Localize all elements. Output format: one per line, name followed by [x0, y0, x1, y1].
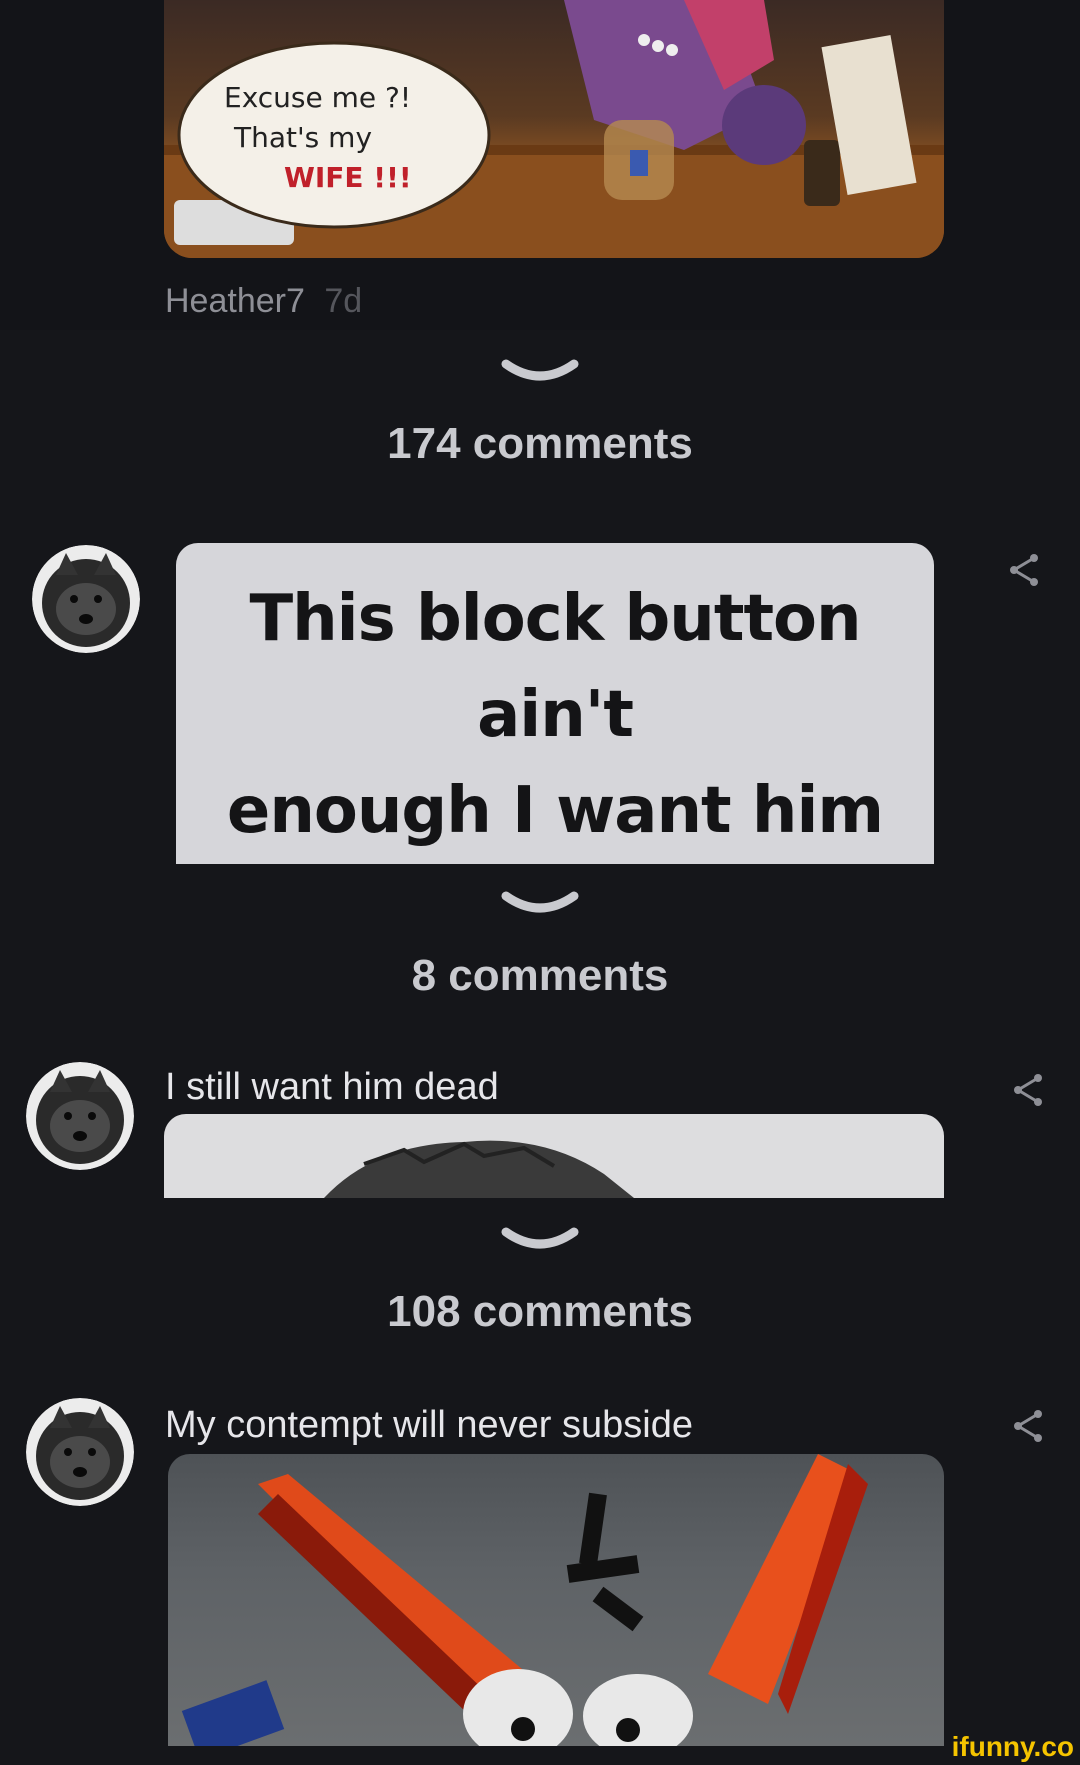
speech-line-2: That's my	[234, 121, 373, 154]
comments-count[interactable]: 8 comments	[0, 951, 1080, 1001]
chevron-down-icon[interactable]	[500, 890, 580, 920]
chevron-down-icon[interactable]	[500, 1226, 580, 1256]
chevron-down-icon[interactable]	[500, 358, 580, 388]
quote-line-1: This block button ain't	[249, 582, 861, 752]
creature-illustration	[181, 1454, 868, 1746]
comment-thread-2: I still want him dead	[0, 1060, 1080, 1198]
quote-line-3: dead💀	[176, 859, 934, 864]
doge-avatar-icon	[26, 1398, 134, 1506]
comment-text: My contempt will never subside	[165, 1404, 693, 1446]
comments-divider-2: 8 comments	[0, 890, 1080, 1001]
comment-image[interactable]: This block button ain't enough I want hi…	[176, 543, 934, 864]
post-age: 7d	[324, 282, 363, 320]
doge-avatar-icon	[32, 545, 140, 653]
comment-image[interactable]	[164, 1114, 944, 1198]
top-post: Excuse me ?! That's my WIFE !!! Heather7…	[0, 0, 1080, 330]
share-icon[interactable]	[1008, 1406, 1048, 1446]
comment-thread-1: This block button ain't enough I want hi…	[0, 530, 1080, 864]
comment-thread-3: My contempt will never subside	[0, 1396, 1080, 1746]
comments-divider-3: 108 comments	[0, 1226, 1080, 1337]
hair-illustration	[324, 1140, 634, 1198]
comment-text: I still want him dead	[165, 1066, 499, 1108]
comments-count[interactable]: 108 comments	[0, 1287, 1080, 1337]
post-username[interactable]: Heather7	[165, 282, 305, 320]
watermark: ifunny.co	[951, 1731, 1074, 1762]
share-icon[interactable]	[1004, 550, 1044, 590]
doge-avatar-icon	[26, 1062, 134, 1170]
share-icon[interactable]	[1008, 1070, 1048, 1110]
avatar[interactable]	[32, 545, 140, 653]
speech-line-1: Excuse me ?!	[224, 81, 412, 114]
avatar[interactable]	[26, 1398, 134, 1506]
comments-count[interactable]: 174 comments	[0, 419, 1080, 469]
speech-line-3: WIFE !!!	[284, 161, 412, 194]
comments-divider-1: 174 comments	[0, 358, 1080, 469]
post-image[interactable]: Excuse me ?! That's my WIFE !!!	[164, 0, 944, 258]
comment-image[interactable]	[168, 1454, 944, 1746]
speech-bubble-text: Excuse me ?! That's my WIFE !!!	[224, 78, 412, 198]
quote-line-2: enough I want him	[226, 774, 884, 848]
post-meta: Heather7 7d	[165, 282, 362, 321]
avatar[interactable]	[26, 1062, 134, 1170]
